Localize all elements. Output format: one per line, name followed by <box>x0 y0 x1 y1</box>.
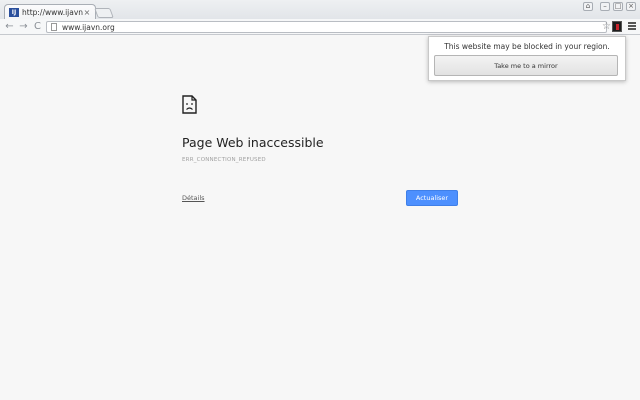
tab-strip: IJ http://www.ijavn.org × ⌂ – □ × <box>0 0 640 20</box>
maximize-button[interactable]: □ <box>613 2 623 11</box>
site-favicon-icon: IJ <box>9 8 19 17</box>
browser-tab[interactable]: IJ http://www.ijavn.org × <box>4 4 96 20</box>
window-controls: ⌂ – □ × <box>583 2 636 11</box>
details-link[interactable]: Détails <box>182 194 205 202</box>
browser-toolbar: ← → C www.ijavn.org ☆ <box>0 19 640 35</box>
error-code: ERR_CONNECTION_REFUSED <box>182 157 266 163</box>
tab-title: http://www.ijavn.org <box>22 8 83 17</box>
new-tab-button[interactable] <box>94 8 114 18</box>
minimize-button[interactable]: – <box>600 2 610 11</box>
user-profile-icon[interactable]: ⌂ <box>583 2 593 11</box>
error-title: Page Web inaccessible <box>182 135 324 150</box>
url-text[interactable]: www.ijavn.org <box>62 23 115 32</box>
close-window-button[interactable]: × <box>626 2 636 11</box>
hamburger-menu-icon[interactable] <box>628 22 636 30</box>
take-me-to-mirror-button[interactable]: Take me to a mirror <box>434 55 618 76</box>
back-arrow-icon[interactable]: ← <box>4 21 15 32</box>
tab-close-icon[interactable]: × <box>83 8 91 17</box>
extension-popup: This website may be blocked in your regi… <box>428 36 626 81</box>
extension-icon[interactable] <box>612 21 622 32</box>
blocked-region-message: This website may be blocked in your regi… <box>444 42 610 51</box>
sad-page-icon <box>182 95 197 114</box>
bookmark-star-icon[interactable]: ☆ <box>602 21 611 32</box>
reload-button[interactable]: Actualiser <box>406 190 458 206</box>
forward-arrow-icon[interactable]: → <box>18 21 29 32</box>
reload-icon[interactable]: C <box>32 21 43 32</box>
address-bar[interactable]: www.ijavn.org <box>46 21 607 33</box>
page-info-icon[interactable] <box>51 23 57 31</box>
